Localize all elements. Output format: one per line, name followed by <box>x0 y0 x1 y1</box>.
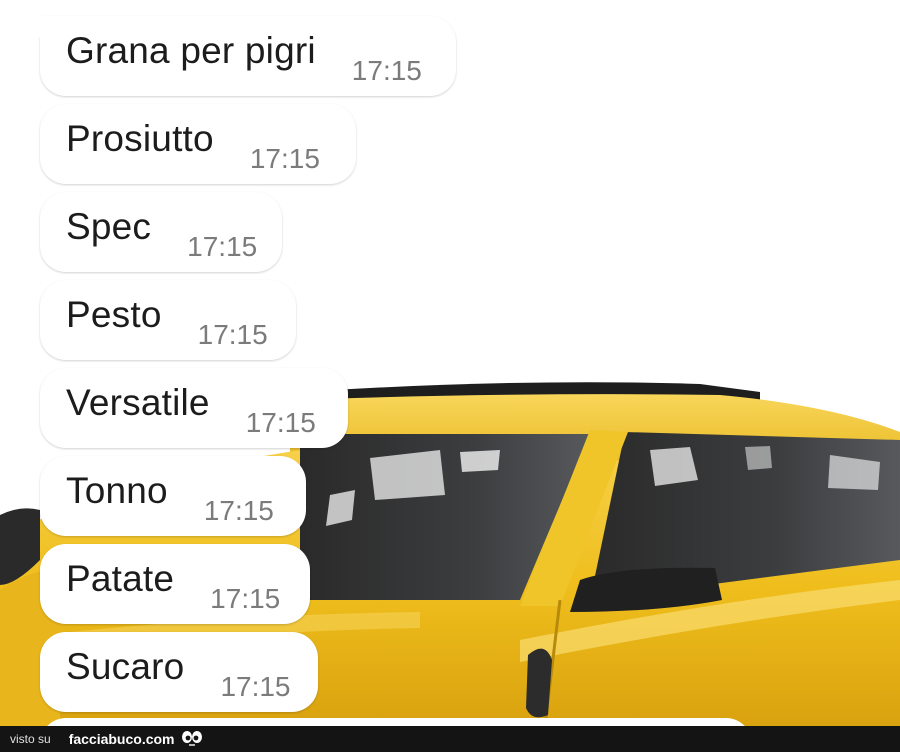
message-bubble[interactable]: Grana per pigri 17:15 <box>22 16 456 96</box>
message-bubble[interactable]: Tonno 17:15 <box>40 456 306 536</box>
message-text: Patate <box>66 558 175 599</box>
message-text: Prosiutto <box>66 118 214 159</box>
message-text: Tonno <box>66 470 168 511</box>
message-text: Sucaro <box>66 646 185 687</box>
watermark-prefix: visto su <box>10 732 51 746</box>
message-text: Grana per pigri <box>66 30 316 71</box>
message-bubble[interactable]: Prosiutto 17:15 <box>40 104 356 184</box>
message-bubble[interactable]: Patate 17:15 <box>40 544 310 624</box>
watermark-site: facciabuco.com <box>68 731 175 747</box>
message-timestamp: 17:15 <box>187 231 258 262</box>
message-timestamp: 17:15 <box>220 671 291 702</box>
message-bubble[interactable]: Spec 17:15 <box>40 192 282 272</box>
message-timestamp: 17:15 <box>249 143 320 174</box>
message-text: Versatile <box>66 382 210 423</box>
message-timestamp: 17:15 <box>203 495 274 526</box>
message-timestamp: 17:15 <box>210 583 281 614</box>
message-text: Spec <box>66 206 152 247</box>
watermark-bar: visto su facciabuco.com <box>0 726 900 752</box>
message-timestamp: 17:15 <box>245 407 316 438</box>
message-timestamp: 17:15 <box>351 55 422 86</box>
message-timestamp: 17:15 <box>197 319 268 350</box>
message-text: Pesto <box>66 294 162 335</box>
message-bubble[interactable]: Sucaro 17:15 <box>40 632 318 712</box>
eyes-icon <box>181 730 203 748</box>
message-bubble[interactable]: Versatile 17:15 <box>40 368 348 448</box>
message-bubble[interactable]: Pesto 17:15 <box>40 280 296 360</box>
chat-area: Grana per pigri 17:15 Prosiutto 17:15 Sp… <box>0 0 900 748</box>
